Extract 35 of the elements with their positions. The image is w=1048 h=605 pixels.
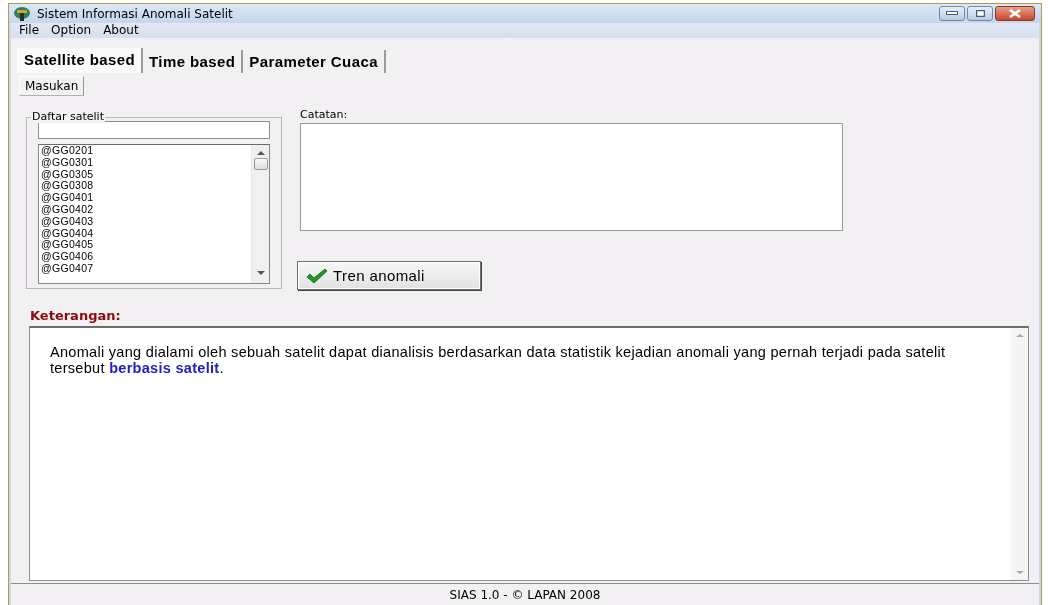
- description-text: Anomali yang dialami oleh sebuah satelit dapat dianalisis berdasarkan data statistik kejadian anomali yang pernah terjadi pada satelit tersebut berbasis satelit.: [49, 343, 947, 378]
- list-item[interactable]: @GG0405: [41, 239, 249, 252]
- minimize-button[interactable]: [939, 6, 965, 21]
- close-icon: [1009, 9, 1021, 18]
- close-button[interactable]: [995, 6, 1035, 21]
- list-item[interactable]: @GG0402: [41, 204, 249, 216]
- menu-item[interactable]: About: [97, 23, 145, 38]
- satellite-list[interactable]: @GG0201 @GG0301 @GG0305 @GG0308 @GG0401 @GG0402 @GG0403 @GG0404 @GG0405 @GG0406 @GG0407: [38, 144, 270, 284]
- list-item[interactable]: @GG0404: [41, 227, 249, 240]
- status-text: SIAS 1.0 - © LAPAN 2008: [449, 587, 601, 602]
- list-item[interactable]: @GG0201: [41, 145, 249, 157]
- tab[interactable]: Masukan: [19, 76, 85, 96]
- app-logo-icon: [13, 5, 31, 22]
- checkmark-icon: [306, 267, 328, 284]
- notes-field[interactable]: [300, 123, 843, 232]
- maximize-button[interactable]: [967, 6, 993, 21]
- list-item[interactable]: @GG0407: [41, 262, 249, 275]
- search-field[interactable]: [38, 121, 270, 139]
- maximize-icon: [975, 10, 985, 17]
- list-item[interactable]: @GG0406: [41, 251, 249, 263]
- description-label: Keterangan:: [30, 308, 122, 324]
- scrollbar[interactable]: [1011, 328, 1028, 580]
- trend-button[interactable]: Tren anomali: [297, 261, 481, 290]
- list-item[interactable]: @GG0301: [41, 156, 249, 169]
- list-item[interactable]: @GG0401: [41, 192, 249, 204]
- list-item[interactable]: @GG0305: [41, 168, 249, 181]
- tab[interactable]: Satellite based: [17, 48, 144, 73]
- scrollbar[interactable]: [251, 145, 269, 283]
- list-item[interactable]: @GG0403: [41, 215, 249, 228]
- window-title: Sistem Informasi Anomali Satelit: [37, 6, 233, 21]
- minimize-icon: [946, 11, 958, 16]
- menu-item[interactable]: Option: [45, 23, 98, 38]
- notes-label: Catatan:: [300, 108, 349, 123]
- list-item[interactable]: @GG0308: [41, 180, 249, 193]
- menu-item[interactable]: File: [13, 23, 46, 38]
